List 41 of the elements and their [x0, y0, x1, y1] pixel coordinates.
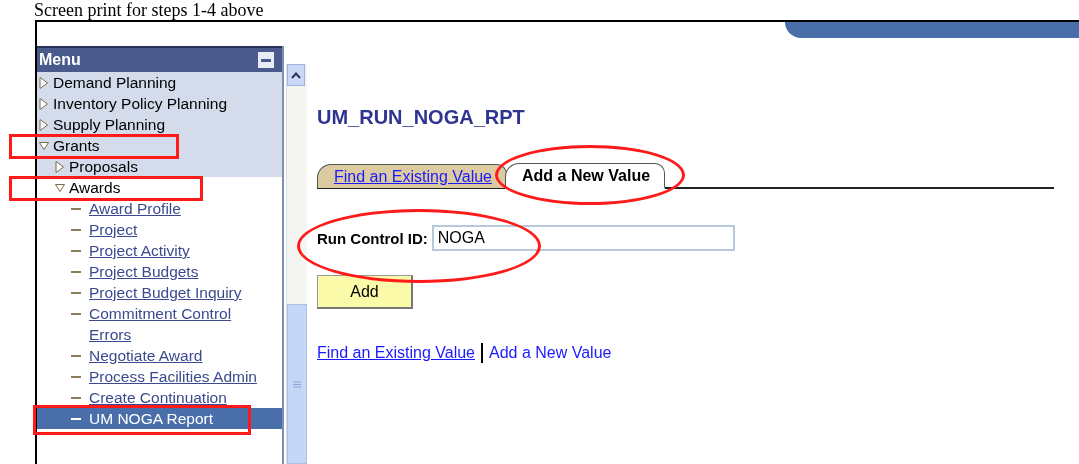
- menu-link[interactable]: Project Activity: [89, 240, 190, 261]
- menu-link[interactable]: Project Budget Inquiry: [89, 282, 242, 303]
- dash-icon: [71, 250, 81, 252]
- dash-icon: [71, 397, 81, 399]
- expanded-arrow-icon[interactable]: [39, 140, 49, 152]
- collapsed-arrow-icon[interactable]: [39, 77, 49, 89]
- page-title: UM_RUN_NOGA_RPT: [317, 106, 526, 129]
- menu-link[interactable]: Negotiate Award: [89, 345, 203, 366]
- menu-folder[interactable]: Grants: [53, 135, 100, 156]
- expanded-arrow-icon[interactable]: [55, 182, 65, 194]
- menu-folder[interactable]: Awards: [69, 177, 121, 198]
- dash-icon: [71, 292, 81, 294]
- minimize-icon[interactable]: [258, 52, 274, 68]
- scroll-up-icon[interactable]: [287, 64, 305, 86]
- tab[interactable]: Find an Existing Value: [317, 164, 507, 188]
- scrollbar[interactable]: [286, 64, 307, 464]
- menu-link[interactable]: Project Budgets: [89, 261, 199, 282]
- dash-icon: [71, 355, 81, 357]
- add-button[interactable]: Add: [317, 275, 413, 309]
- dash-icon: [71, 208, 81, 210]
- field-label: Run Control ID:: [317, 229, 428, 247]
- menu-link[interactable]: Process Facilities Admin: [89, 366, 257, 387]
- collapsed-arrow-icon[interactable]: [55, 161, 65, 173]
- caption: Screen print for steps 1-4 above: [33, 0, 265, 20]
- menu-link[interactable]: Create Continuation: [89, 387, 227, 408]
- dash-icon: [71, 418, 81, 420]
- collapsed-arrow-icon[interactable]: [39, 98, 49, 110]
- scroll-thumb[interactable]: [287, 304, 307, 464]
- dash-icon: [71, 376, 81, 378]
- input-field[interactable]: NOGA: [431, 225, 735, 251]
- menu-link[interactable]: Project: [89, 219, 138, 240]
- menu-title: Menu: [39, 51, 81, 69]
- dash-icon: [71, 271, 81, 273]
- tab[interactable]: Add a New Value: [505, 163, 666, 189]
- link[interactable]: Find an Existing Value: [317, 344, 475, 362]
- link[interactable]: Add a New Value: [489, 344, 612, 362]
- menu-link[interactable]: Commitment Control Errors: [89, 303, 269, 345]
- dash-icon: [71, 229, 81, 231]
- dash-icon: [71, 313, 81, 315]
- menu-link[interactable]: Award Profile: [89, 198, 181, 219]
- collapsed-arrow-icon[interactable]: [39, 119, 49, 131]
